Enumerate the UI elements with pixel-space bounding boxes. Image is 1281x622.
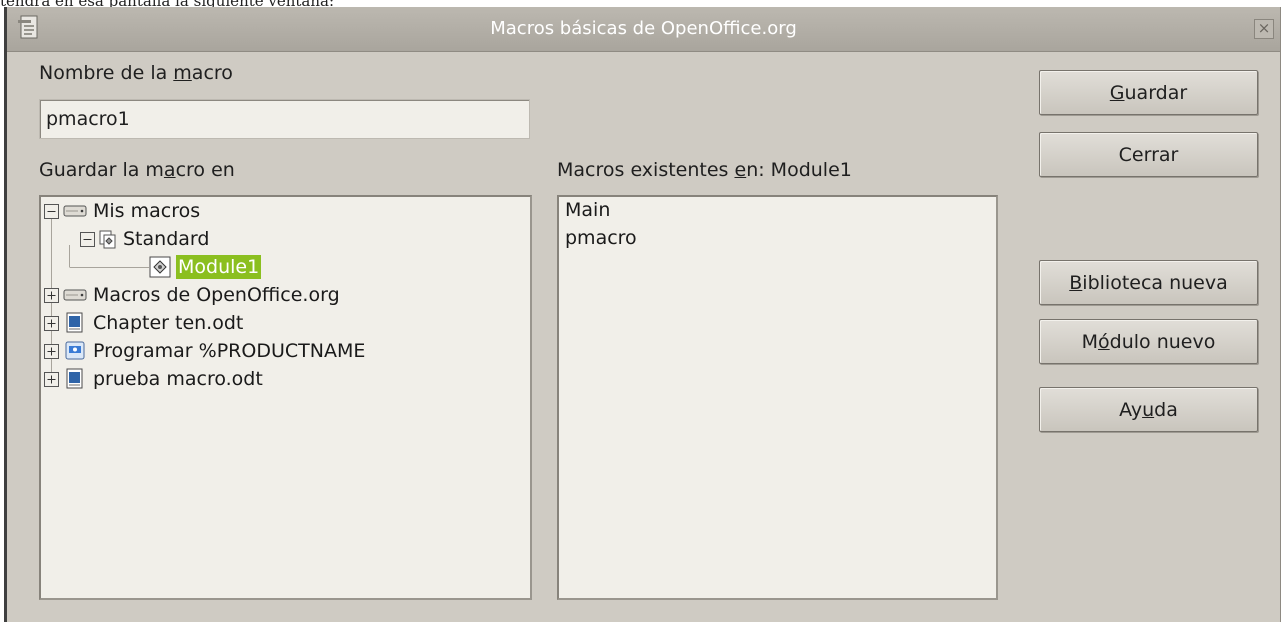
document-icon bbox=[66, 368, 83, 389]
tree-item-label: prueba macro.odt bbox=[93, 368, 263, 390]
tree-item-label: Mis macros bbox=[93, 200, 201, 222]
help-button[interactable]: Ayuda bbox=[1039, 387, 1258, 432]
expand-icon[interactable] bbox=[44, 371, 59, 387]
macro-list-item[interactable]: Main bbox=[565, 199, 610, 221]
expand-icon[interactable] bbox=[44, 287, 59, 303]
collapse-icon[interactable] bbox=[80, 231, 95, 247]
window-title: Macros básicas de OpenOffice.org bbox=[490, 18, 797, 39]
tree-item-label: Programar %PRODUCTNAME bbox=[93, 340, 366, 362]
document-icon bbox=[66, 312, 83, 333]
tree-item-mis-macros[interactable]: Mis macros bbox=[44, 197, 200, 225]
expand-icon[interactable] bbox=[44, 343, 59, 359]
new-module-button[interactable]: Módulo nuevo bbox=[1039, 319, 1258, 364]
existing-macros-label: Macros existentes en: Module1 bbox=[557, 159, 852, 181]
title-bar[interactable]: Macros básicas de OpenOffice.org × bbox=[7, 7, 1280, 52]
macro-dialog: Macros básicas de OpenOffice.org × Nombr… bbox=[4, 7, 1281, 622]
existing-macros-list[interactable]: Main pmacro bbox=[557, 195, 998, 600]
new-library-button[interactable]: Biblioteca nueva bbox=[1039, 260, 1258, 305]
drive-icon bbox=[63, 205, 87, 217]
collapse-icon[interactable] bbox=[44, 203, 59, 219]
tree-item-openoffice-macros[interactable]: Macros de OpenOffice.org bbox=[44, 281, 340, 309]
module-icon bbox=[149, 256, 171, 278]
close-button[interactable]: Cerrar bbox=[1039, 132, 1258, 177]
tree-item-standard[interactable]: Standard bbox=[80, 225, 209, 253]
close-icon[interactable]: × bbox=[1254, 19, 1274, 39]
save-in-label: Guardar la macro en bbox=[39, 159, 235, 181]
macro-name-label: Nombre de la macro bbox=[39, 62, 233, 84]
drive-icon bbox=[63, 289, 87, 301]
expand-icon[interactable] bbox=[44, 315, 59, 331]
tree-item-chapter-ten[interactable]: Chapter ten.odt bbox=[44, 309, 243, 337]
save-button[interactable]: Guardar bbox=[1039, 70, 1258, 115]
macro-name-field[interactable] bbox=[39, 99, 530, 139]
tree-item-programar[interactable]: Programar %PRODUCTNAME bbox=[44, 337, 365, 365]
tree-item-label: Standard bbox=[123, 228, 210, 250]
library-tree[interactable]: Mis macros Standard Module1 Macros de Op… bbox=[39, 195, 532, 600]
tree-item-label: Module1 bbox=[176, 255, 262, 279]
presentation-icon bbox=[65, 341, 85, 360]
tree-guide-lines bbox=[51, 217, 149, 383]
tree-item-label: Chapter ten.odt bbox=[93, 312, 244, 334]
library-icon bbox=[99, 230, 116, 249]
tree-item-prueba-macro[interactable]: prueba macro.odt bbox=[44, 365, 263, 393]
tree-item-module1[interactable]: Module1 bbox=[149, 253, 262, 281]
tree-item-label: Macros de OpenOffice.org bbox=[93, 284, 340, 306]
macro-list-item[interactable]: pmacro bbox=[565, 227, 637, 249]
